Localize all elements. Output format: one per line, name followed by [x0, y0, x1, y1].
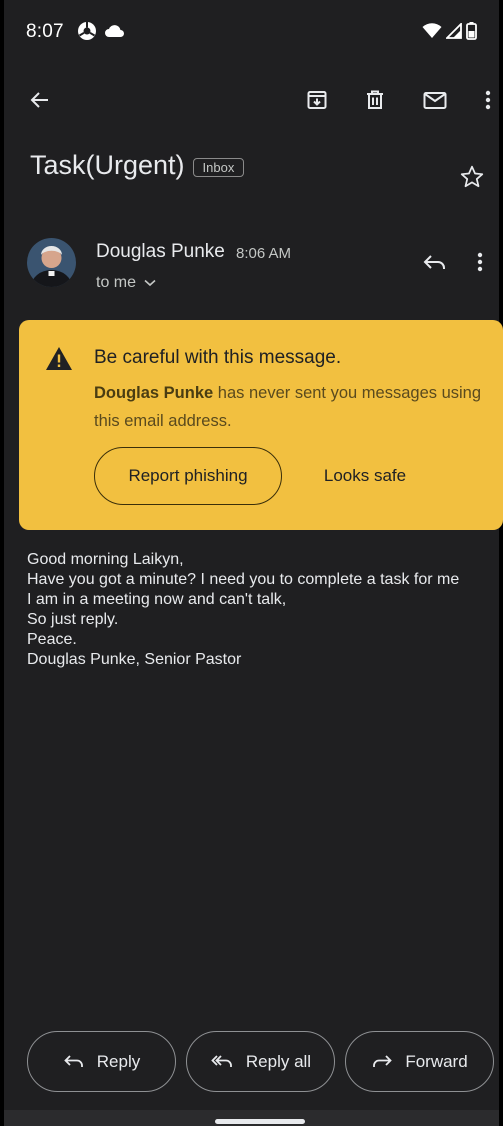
inbox-label-chip[interactable]: Inbox: [192, 158, 245, 177]
reply-icon: [423, 255, 445, 269]
body-line: Douglas Punke, Senior Pastor: [27, 651, 242, 668]
cloud-icon: [104, 24, 126, 43]
archive-icon: [307, 91, 327, 109]
arrow-back-icon: [30, 92, 48, 108]
recipient-details-toggle[interactable]: to me: [96, 274, 156, 292]
reply-all-icon: [211, 1054, 232, 1067]
warning-icon: [44, 345, 74, 378]
body-line: Peace.: [27, 631, 77, 648]
sender-name: Douglas Punke: [96, 241, 225, 262]
signal-icon: [444, 21, 462, 44]
email-body: Good morning Laikyn, Have you got a minu…: [27, 550, 459, 670]
warning-title: Be careful with this message.: [94, 347, 342, 368]
status-bar: 8:07: [4, 0, 499, 64]
email-time: 8:06 AM: [236, 245, 292, 262]
more-vert-icon: [477, 252, 483, 272]
more-vert-icon: [485, 90, 491, 110]
email-subject: Task(Urgent): [30, 150, 185, 180]
sender-more-button[interactable]: [476, 250, 484, 279]
email-screen: 8:07 Task(Urgent) Inbox Douglas Punke 8:…: [0, 0, 503, 1126]
battery-icon: [466, 22, 477, 45]
looks-safe-button[interactable]: Looks safe: [309, 447, 421, 505]
mark-unread-button[interactable]: [419, 84, 451, 116]
body-line: I am in a meeting now and can't talk,: [27, 591, 287, 608]
home-gesture-handle[interactable]: [215, 1119, 305, 1124]
archive-button[interactable]: [301, 84, 333, 116]
trash-icon: [367, 90, 383, 109]
back-button[interactable]: [24, 84, 56, 116]
reply-button-label: Reply: [96, 1051, 141, 1071]
recipient-label: to me: [96, 274, 137, 291]
subject-row: Task(Urgent) Inbox: [30, 150, 245, 181]
reply-icon: [63, 1054, 83, 1067]
reply-button[interactable]: Reply: [27, 1031, 176, 1092]
more-options-button[interactable]: [472, 84, 503, 116]
reply-all-button[interactable]: Reply all: [186, 1031, 335, 1092]
status-time: 8:07: [26, 21, 64, 42]
mail-icon: [423, 92, 447, 109]
forward-button[interactable]: Forward: [345, 1031, 494, 1092]
toolbar: [4, 72, 499, 128]
body-line: So just reply.: [27, 611, 119, 628]
phishing-warning-banner: Be careful with this message. Douglas Pu…: [19, 320, 503, 530]
wifi-icon: [422, 23, 442, 44]
forward-button-label: Forward: [405, 1051, 468, 1071]
chrome-icon: [76, 20, 98, 47]
warning-sender-name: Douglas Punke: [94, 384, 214, 402]
report-phishing-button[interactable]: Report phishing: [94, 447, 282, 505]
delete-button[interactable]: [359, 84, 391, 116]
sender-avatar[interactable]: [27, 238, 76, 287]
forward-icon: [373, 1054, 393, 1067]
star-icon: [460, 165, 484, 188]
star-button[interactable]: [459, 164, 485, 195]
reply-all-button-label: Reply all: [245, 1051, 312, 1071]
body-line: Have you got a minute? I need you to com…: [27, 571, 460, 588]
chevron-down-icon: [144, 279, 156, 287]
reply-quick-button[interactable]: [422, 250, 448, 279]
warning-message: Douglas Punke has never sent you message…: [94, 379, 484, 435]
body-line: Good morning Laikyn,: [27, 551, 184, 568]
